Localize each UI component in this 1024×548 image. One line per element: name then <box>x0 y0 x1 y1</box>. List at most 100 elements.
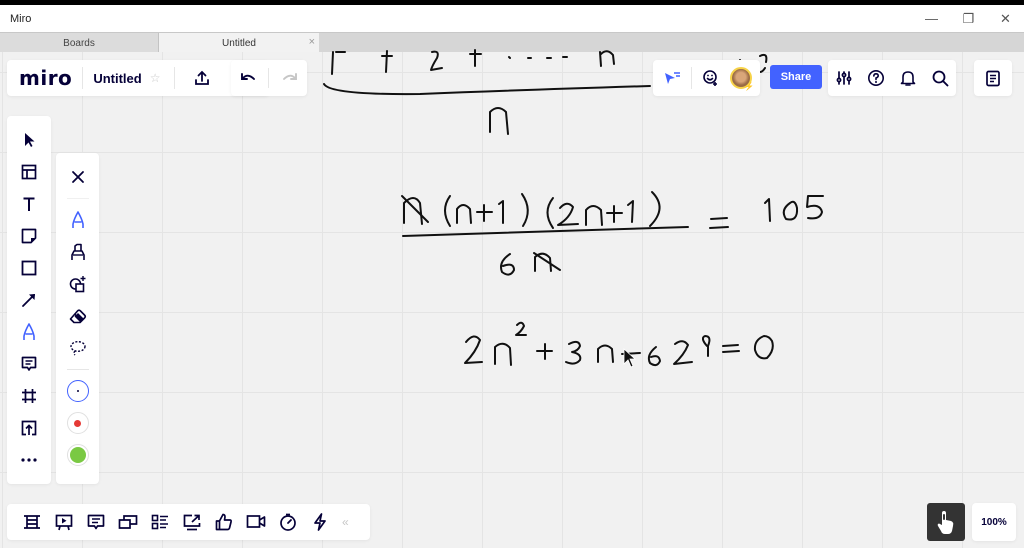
arrow-icon <box>22 294 35 307</box>
sliders-icon <box>836 71 852 85</box>
pen-tool-eraser[interactable] <box>62 300 94 332</box>
search-icon <box>932 70 948 86</box>
square-icon <box>21 260 37 276</box>
kanban-button[interactable] <box>144 506 176 538</box>
tab-boards[interactable]: Boards <box>0 33 159 53</box>
comments-icon <box>87 514 105 529</box>
frames-button[interactable] <box>16 506 48 538</box>
redo-button[interactable] <box>277 65 303 91</box>
notifications-button[interactable] <box>895 65 921 91</box>
document-icon <box>986 70 1000 86</box>
tool-comment[interactable] <box>13 348 45 380</box>
window-titlebar: Miro — ❐ ✕ <box>0 5 1024 32</box>
board-menu-panel <box>974 60 1012 96</box>
tool-shape[interactable] <box>13 252 45 284</box>
emoji-add-icon <box>703 70 717 86</box>
text-icon <box>23 197 35 211</box>
reactions-button[interactable] <box>698 65 724 91</box>
tool-frame[interactable] <box>13 380 45 412</box>
voting-button[interactable] <box>208 506 240 538</box>
export-button[interactable] <box>189 65 215 91</box>
undo-redo-group <box>231 60 307 96</box>
lightning-icon: ⚡ <box>744 82 754 91</box>
pen-color-blue[interactable] <box>62 375 94 407</box>
pen-tool-smart-shape[interactable] <box>62 268 94 300</box>
video-camera-icon <box>246 515 266 528</box>
pen-color-red[interactable] <box>62 407 94 439</box>
window-controls: — ❐ ✕ <box>913 5 1024 32</box>
presentation-icon <box>55 514 73 530</box>
undo-button[interactable] <box>235 65 261 91</box>
upload-box-icon <box>21 420 37 436</box>
tab-untitled[interactable]: Untitled × <box>159 33 319 53</box>
board-menu-button[interactable] <box>980 65 1006 91</box>
redo-icon <box>283 73 298 80</box>
screen-share-button[interactable] <box>176 506 208 538</box>
tool-sticky-note[interactable] <box>13 220 45 252</box>
help-icon <box>868 70 884 86</box>
lightning-icon <box>314 513 326 531</box>
tab-label: Boards <box>63 37 95 49</box>
pen-icon <box>23 323 35 340</box>
pen-color-green[interactable] <box>62 439 94 471</box>
comment-icon <box>21 356 37 371</box>
thumbs-up-icon <box>215 513 232 531</box>
minimize-button[interactable]: — <box>913 5 950 32</box>
tool-upload[interactable] <box>13 412 45 444</box>
divider <box>82 67 84 89</box>
divider <box>174 67 176 89</box>
zoom-level[interactable]: 100% <box>972 503 1016 541</box>
timer-button[interactable] <box>272 506 304 538</box>
divider <box>268 68 270 88</box>
frames-icon <box>24 515 40 529</box>
sticky-note-icon <box>21 228 37 244</box>
bottom-toolbar: « <box>7 504 370 540</box>
pen-tool-lasso[interactable] <box>62 332 94 364</box>
collapse-toolbar-button[interactable]: « <box>342 515 349 529</box>
collaboration-bar: ⚡ <box>653 60 760 96</box>
tool-templates[interactable] <box>13 156 45 188</box>
settings-button[interactable] <box>831 65 857 91</box>
board-name[interactable]: Untitled <box>93 71 141 86</box>
kanban-icon <box>151 514 168 530</box>
upload-icon <box>195 70 210 85</box>
tool-text[interactable] <box>13 188 45 220</box>
pen-icon <box>71 211 84 228</box>
miro-logo[interactable]: miro <box>19 66 72 90</box>
help-button[interactable] <box>863 65 889 91</box>
pen-toolbar <box>56 153 99 484</box>
tool-pen[interactable] <box>13 316 45 348</box>
restore-button[interactable]: ❐ <box>950 5 987 32</box>
pen-tool-pen[interactable] <box>62 204 94 236</box>
templates-icon <box>21 164 37 180</box>
divider <box>66 369 89 370</box>
comments-button[interactable] <box>80 506 112 538</box>
board-canvas[interactable] <box>0 52 1024 548</box>
close-pen-tools-button[interactable] <box>62 161 94 193</box>
search-button[interactable] <box>927 65 953 91</box>
apps-button[interactable] <box>304 506 336 538</box>
bring-to-me-button[interactable] <box>659 65 685 91</box>
star-icon[interactable]: ☆ <box>150 71 161 85</box>
cards-button[interactable] <box>112 506 144 538</box>
more-icon <box>21 458 37 462</box>
tab-close-icon[interactable]: × <box>309 36 315 48</box>
cards-icon <box>118 515 138 529</box>
frame-icon <box>22 389 36 403</box>
tab-bar: Boards Untitled × <box>0 32 1024 53</box>
tool-arrow[interactable] <box>13 284 45 316</box>
tool-more[interactable] <box>13 444 45 476</box>
close-window-button[interactable]: ✕ <box>987 5 1024 32</box>
share-button[interactable]: Share <box>770 65 822 89</box>
user-avatar[interactable]: ⚡ <box>730 67 754 91</box>
board-header: miro Untitled ☆ <box>7 60 269 96</box>
tool-select[interactable] <box>13 124 45 156</box>
screen-share-icon <box>183 514 201 530</box>
divider <box>691 67 692 89</box>
lasso-icon <box>69 340 86 356</box>
presentation-button[interactable] <box>48 506 80 538</box>
video-chat-button[interactable] <box>240 506 272 538</box>
hand-tool-button[interactable] <box>927 503 965 541</box>
pen-tool-marker[interactable] <box>62 236 94 268</box>
marker-icon <box>70 243 85 260</box>
